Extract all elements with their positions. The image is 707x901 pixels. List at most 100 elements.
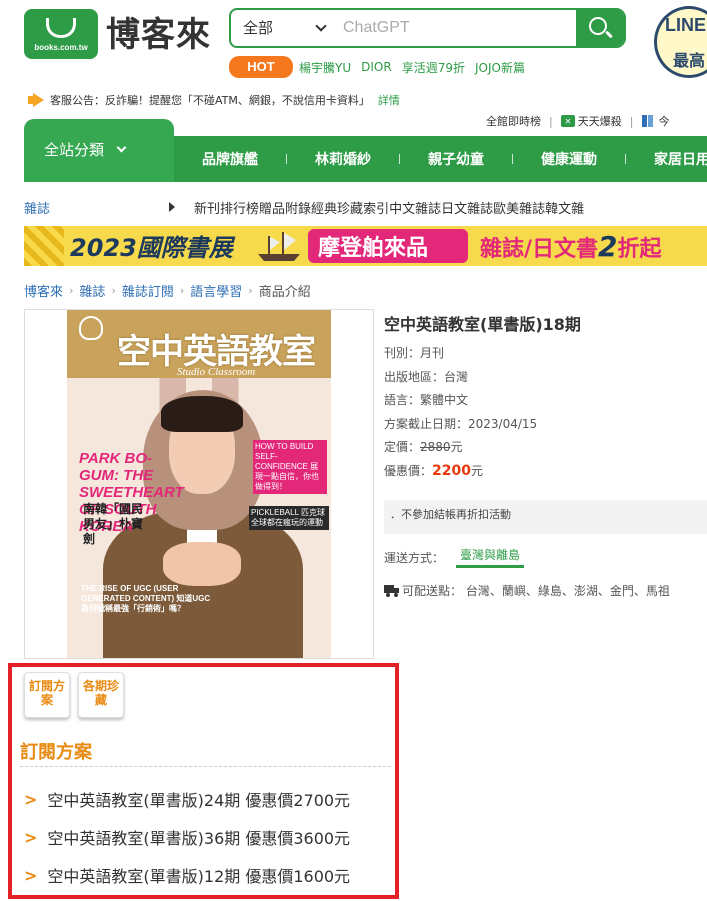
cover-side-story: PICKLEBALL 匹克球 全球都在瘋玩的運動: [249, 506, 329, 530]
hot-badge: HOT: [229, 56, 293, 78]
search-category-select[interactable]: 全部: [231, 10, 341, 46]
category-item[interactable]: 品牌旗艦: [174, 149, 286, 169]
hot-link[interactable]: JOJO新篇: [475, 59, 525, 76]
breadcrumb-link[interactable]: 博客來: [24, 281, 63, 300]
subnav-link[interactable]: 經典珍藏: [311, 198, 363, 217]
search-input[interactable]: [343, 10, 579, 46]
book-icon: [642, 115, 654, 127]
price-unit: 元: [450, 440, 463, 454]
line-badge-top: LINE: [665, 15, 707, 35]
logo-domain: books.com.tw: [34, 43, 88, 52]
subnav-link[interactable]: 韓文雜: [545, 198, 584, 217]
divider: [20, 766, 391, 767]
product-frequency: 刊別：月刊: [384, 346, 445, 360]
owl-logo-icon: [79, 316, 103, 340]
subscription-option-label: 空中英語教室(單書版)12期 優惠價1600元: [47, 867, 351, 886]
book-fair-banner[interactable]: 2023國際書展 摩登舶來品 雜誌/日文書2折起: [24, 226, 707, 266]
subnav-link[interactable]: 贈品附錄: [259, 198, 311, 217]
site-logo[interactable]: books.com.tw 博客來: [24, 9, 214, 61]
subscription-option[interactable]: > 空中英語教室(單書版)24期 優惠價2700元: [24, 780, 350, 818]
daily-deal-link[interactable]: 天天爆殺: [578, 113, 622, 129]
product-details: 刊別：月刊 出版地區：台灣 語言：繁體中文 方案截止日期：2023/04/15 …: [384, 346, 537, 487]
category-item[interactable]: 親子幼童: [400, 149, 512, 169]
subscription-heading: 訂閱方案: [20, 742, 92, 763]
price-unit: 元: [470, 463, 483, 478]
hot-link[interactable]: 享活週79折: [402, 59, 465, 76]
tab-subscription-plans[interactable]: 訂閱方案: [24, 672, 70, 718]
chevron-right-icon: >: [24, 865, 38, 885]
truck-icon: [384, 584, 400, 597]
caret-right-icon: [169, 202, 175, 212]
divider: |: [549, 114, 553, 128]
hot-link[interactable]: 楊宇騰YU: [299, 59, 351, 76]
search-bar: 全部: [229, 8, 626, 48]
product-title: 空中英語教室(單書版)18期: [384, 315, 581, 334]
breadcrumb-link[interactable]: 雜誌: [79, 281, 105, 300]
product-deadline: 方案截止日期：2023/04/15: [384, 416, 538, 431]
subscription-option[interactable]: > 空中英語教室(單書版)12期 優惠價1600元: [24, 856, 350, 894]
subnav-link[interactable]: 歐美雜誌: [493, 198, 545, 217]
product-image[interactable]: 空中英語教室 Studio Classroom PARK BO-GUM: THE…: [24, 309, 374, 659]
list-price-row: 定價：2880元: [384, 440, 537, 464]
chevron-right-icon: ›: [69, 283, 74, 297]
realtime-ranking-link[interactable]: 全館即時榜: [486, 113, 541, 129]
magazine-subnav: 雜誌 新刊 排行榜 贈品附錄 經典珍藏 索引 中文雜誌 日文雜誌 歐美雜誌 韓文…: [24, 196, 707, 218]
breadcrumb-link[interactable]: 雜誌訂閱: [122, 281, 174, 300]
delivery-destinations: 可配送點： 台灣、蘭嶼、綠島、澎湖、金門、馬祖: [384, 582, 670, 599]
banner-offer-text: 雜誌/日文書: [480, 237, 599, 262]
cover-bottom-story: THE RISE OF UGC (USER GENERATED CONTENT)…: [81, 584, 211, 613]
line-badge-bottom: 最高: [673, 51, 706, 70]
hot-link[interactable]: DIOR: [361, 60, 392, 74]
cover-subtitle: Studio Classroom: [177, 366, 256, 378]
line-promo-badge[interactable]: LINE 最高: [654, 6, 707, 78]
subnav-title[interactable]: 雜誌: [24, 198, 50, 217]
shipping-label: 運送方式：: [384, 550, 445, 565]
subnav-link[interactable]: 排行榜: [220, 198, 259, 217]
subscription-option-label: 空中英語教室(單書版)36期 優惠價3600元: [47, 829, 351, 848]
divider: |: [629, 114, 634, 128]
cover-headline-zh: 南韓「國民男友」朴寶劍: [83, 502, 144, 546]
tab-past-issues[interactable]: 各期珍藏: [78, 672, 124, 718]
notice-details-link[interactable]: 詳情: [378, 92, 400, 108]
shipping-tab[interactable]: 臺灣與離島: [456, 546, 525, 568]
category-item[interactable]: 家居日用: [626, 149, 707, 169]
category-item[interactable]: 健康運動: [513, 149, 625, 169]
category-item[interactable]: 林莉婚紗: [287, 149, 399, 169]
promo-note: ．不參加結帳再折扣活動: [384, 500, 707, 534]
hot-keywords: HOT 楊宇騰YU DIOR 享活週79折 JOJO新篇: [229, 56, 535, 78]
banner-stripe: [24, 226, 64, 266]
megaphone-icon: [28, 93, 46, 107]
sale-price-label: 優惠價：: [384, 463, 433, 478]
magazine-cover: 空中英語教室 Studio Classroom PARK BO-GUM: THE…: [67, 310, 331, 658]
sale-price: 2200: [432, 462, 471, 479]
subscription-option[interactable]: > 空中英語教室(單書版)36期 優惠價3600元: [24, 818, 350, 856]
chevron-right-icon: ›: [179, 283, 185, 297]
breadcrumb: 博客來 › 雜誌 › 雜誌訂閱 › 語言學習 › 商品介紹: [24, 281, 311, 300]
all-categories-label: 全站分類: [44, 141, 105, 159]
subscription-option-label: 空中英語教室(單書版)24期 優惠價2700元: [47, 791, 351, 810]
today-link[interactable]: 今: [658, 113, 669, 129]
subnav-link[interactable]: 日文雜誌: [441, 198, 493, 217]
all-categories-button[interactable]: 全站分類: [24, 119, 174, 182]
subnav-link[interactable]: 索引: [363, 198, 389, 217]
destinations-text: 可配送點： 台灣、蘭嶼、綠島、澎湖、金門、馬祖: [402, 584, 670, 598]
subnav-link[interactable]: 新刊: [194, 198, 220, 217]
banner-subtitle: 摩登舶來品: [318, 236, 429, 261]
breadcrumb-link[interactable]: 語言學習: [190, 281, 242, 300]
quick-links: 全館即時榜 | ✕ 天天爆殺 | 今: [486, 112, 669, 130]
chevron-right-icon: >: [24, 789, 38, 809]
ship-icon: [258, 232, 300, 261]
search-button[interactable]: [576, 10, 624, 46]
category-items: 品牌旗艦 林莉婚紗 親子幼童 健康運動 家居日用: [174, 136, 707, 182]
banner-title: 2023國際書展: [70, 234, 233, 262]
product-origin: 出版地區：台灣: [384, 369, 469, 384]
chevron-right-icon: ›: [248, 283, 253, 297]
chevron-right-icon: ›: [111, 283, 116, 297]
list-price: 2880: [420, 440, 451, 454]
subnav-link[interactable]: 中文雜誌: [389, 198, 441, 217]
list-price-label: 定價：: [384, 440, 421, 454]
search-category-value: 全部: [243, 19, 274, 37]
cover-side-story: HOW TO BUILD SELF-CONFIDENCE 展現一點自信，你也做得…: [253, 440, 327, 494]
banner-offer: 雜誌/日文書2折起: [480, 230, 662, 263]
chevron-right-icon: >: [24, 827, 38, 847]
